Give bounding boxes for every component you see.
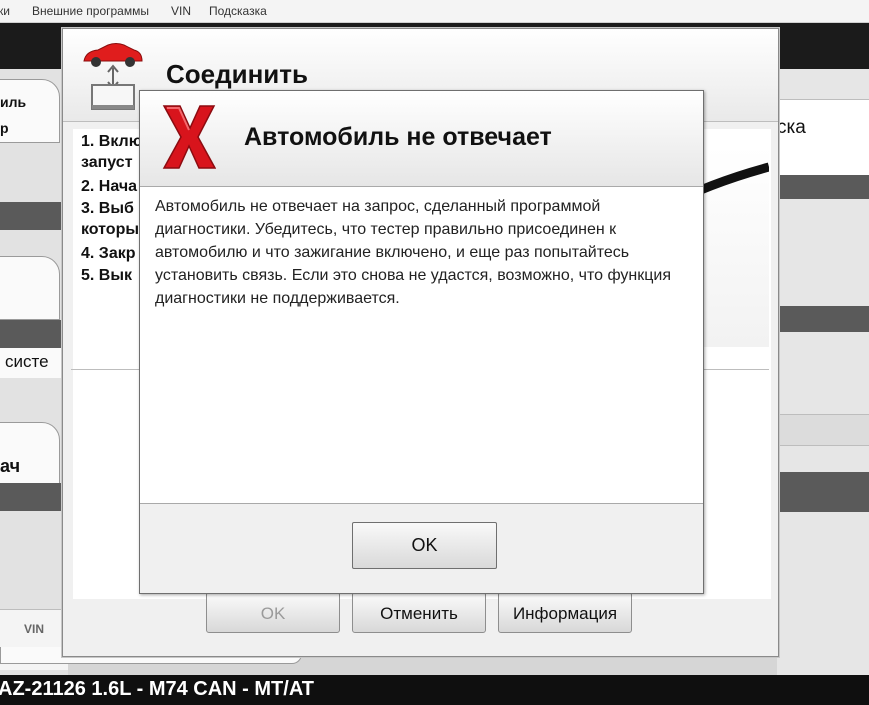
left-panel: иль р систе ач VIN <box>0 69 302 675</box>
vehicle-status-bar: AZ-21126 1.6L - M74 CAN - MT/AT <box>0 675 869 705</box>
vehicle-label: AZ-21126 1.6L - M74 CAN - MT/AT <box>0 678 314 700</box>
menu-item-vin[interactable]: VIN <box>171 4 191 18</box>
connect-step: запуст <box>81 154 133 171</box>
right-dark-bar-2 <box>777 306 869 332</box>
connect-ok-button[interactable]: OK <box>206 592 340 633</box>
right-panel-header: ска <box>777 99 869 176</box>
connect-info-button[interactable]: Информация <box>498 592 632 633</box>
left-divider-bar <box>0 202 68 230</box>
alert-dialog-body: Автомобиль не отвечает на запрос, сделан… <box>140 187 703 504</box>
right-panel-heading: ска <box>777 117 806 138</box>
menu-item-hint[interactable]: Подсказка <box>209 4 267 18</box>
left-tab-1-line2: р <box>0 120 9 136</box>
alert-ok-button[interactable]: OK <box>352 522 497 569</box>
alert-dialog-title: Автомобиль не отвечает <box>244 123 552 151</box>
left-vin-label[interactable]: VIN <box>24 622 44 636</box>
left-tab-3-text: ач <box>0 456 21 476</box>
connect-step: 2. Нача <box>81 178 138 195</box>
right-panel: ска <box>777 69 869 675</box>
connect-step: 5. Вык <box>81 267 133 284</box>
left-tab-2[interactable] <box>0 256 60 320</box>
car-connect-icon <box>78 35 148 113</box>
right-dark-bar-3 <box>777 472 869 512</box>
left-tab-1-line1: иль <box>0 94 27 110</box>
left-tab-1[interactable]: иль р <box>0 79 60 143</box>
connect-cancel-button[interactable]: Отменить <box>352 592 486 633</box>
error-x-icon <box>162 104 217 170</box>
connect-step: которы <box>81 221 140 238</box>
menu-item-tools[interactable]: ки <box>0 4 10 18</box>
menu-item-external-programs[interactable]: Внешние программы <box>32 4 149 18</box>
menu-bar: ки Внешние программы VIN Подсказка <box>0 0 869 23</box>
connect-step: 3. Выб <box>81 200 134 217</box>
left-systems-text: систе <box>5 352 49 371</box>
right-band <box>777 414 869 446</box>
left-tab-3[interactable]: ач <box>0 422 60 486</box>
left-divider-bar-3 <box>0 483 68 511</box>
connect-dialog-title: Соединить <box>166 59 309 89</box>
alert-message: Автомобиль не отвечает на запрос, сделан… <box>155 198 672 307</box>
left-divider-bar-2 <box>0 320 68 348</box>
left-systems-row[interactable]: систе <box>0 348 68 378</box>
vehicle-not-responding-dialog: Автомобиль не отвечает Автомобиль не отв… <box>139 90 704 594</box>
connect-step: 1. Вклю <box>81 133 143 150</box>
alert-dialog-header: Автомобиль не отвечает <box>140 91 703 187</box>
connect-step: 4. Закр <box>81 245 136 262</box>
right-dark-bar-1 <box>777 175 869 199</box>
